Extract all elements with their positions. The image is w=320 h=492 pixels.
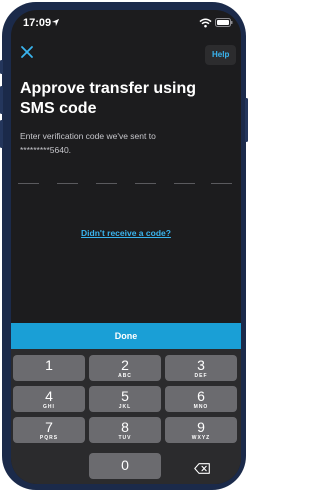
key-letters: ABC (118, 373, 132, 379)
key-4[interactable]: 4 GHI (13, 386, 85, 412)
side-button (0, 120, 3, 148)
code-digit-slot[interactable] (174, 183, 195, 184)
status-time: 17:09 (23, 17, 52, 29)
done-button[interactable]: Done (11, 323, 241, 349)
wifi-icon (199, 18, 212, 28)
key-letters: JKL (118, 404, 132, 410)
key-number: 8 (121, 419, 129, 435)
phone-frame: 17:09 Help Approve transfer using SMS co… (0, 2, 248, 490)
code-digit-slot[interactable] (57, 183, 78, 184)
side-button (0, 86, 3, 114)
key-6[interactable]: 6 MNO (165, 386, 237, 412)
key-number: 9 (197, 419, 205, 435)
masked-phone-number: *********5640. (20, 145, 72, 155)
key-letters: DEF (194, 373, 208, 379)
key-3[interactable]: 3 DEF (165, 355, 237, 381)
help-button[interactable]: Help (205, 45, 237, 65)
verification-instructions: Enter verification code we've sent to **… (20, 129, 220, 157)
status-bar: 17:09 (11, 10, 241, 36)
key-number: 4 (45, 388, 53, 404)
battery-icon (215, 18, 233, 27)
key-letters: WXYZ (191, 435, 211, 441)
key-letters: MNO (193, 404, 209, 410)
instructions-line: Enter verification code we've sent to (20, 131, 156, 141)
code-digit-slot[interactable] (211, 183, 232, 184)
code-digit-slot[interactable] (96, 183, 117, 184)
key-number: 1 (45, 357, 53, 373)
key-letters: TUV (118, 435, 132, 441)
key-number: 3 (197, 357, 205, 373)
key-9[interactable]: 9 WXYZ (165, 417, 237, 443)
side-button (245, 98, 248, 142)
key-7[interactable]: 7 PQRS (13, 417, 85, 443)
side-button (0, 60, 3, 74)
key-number: 7 (45, 419, 53, 435)
location-arrow-icon (51, 18, 60, 27)
close-icon[interactable] (19, 44, 35, 60)
code-digit-slot[interactable] (135, 183, 156, 184)
screen: 17:09 Help Approve transfer using SMS co… (11, 10, 241, 484)
page-title: Approve transfer using SMS code (20, 80, 197, 117)
code-digit-slot[interactable] (18, 183, 39, 184)
numeric-keypad: 1 2 ABC 3 DEF 4 GHI 5 JKL 6 MNO 7 PQRS 8… (11, 349, 241, 484)
key-2[interactable]: 2 ABC (89, 355, 161, 381)
key-letters: PQRS (39, 435, 59, 441)
key-number: 2 (121, 357, 129, 373)
code-input[interactable] (18, 183, 232, 185)
backspace-icon[interactable] (194, 463, 210, 474)
key-number: 0 (121, 457, 129, 473)
key-8[interactable]: 8 TUV (89, 417, 161, 443)
resend-code-link[interactable]: Didn't receive a code? (11, 228, 241, 238)
key-1[interactable]: 1 (13, 355, 85, 381)
key-5[interactable]: 5 JKL (89, 386, 161, 412)
key-number: 6 (197, 388, 205, 404)
key-0[interactable]: 0 (89, 453, 161, 479)
key-number: 5 (121, 388, 129, 404)
key-letters: GHI (43, 404, 55, 410)
